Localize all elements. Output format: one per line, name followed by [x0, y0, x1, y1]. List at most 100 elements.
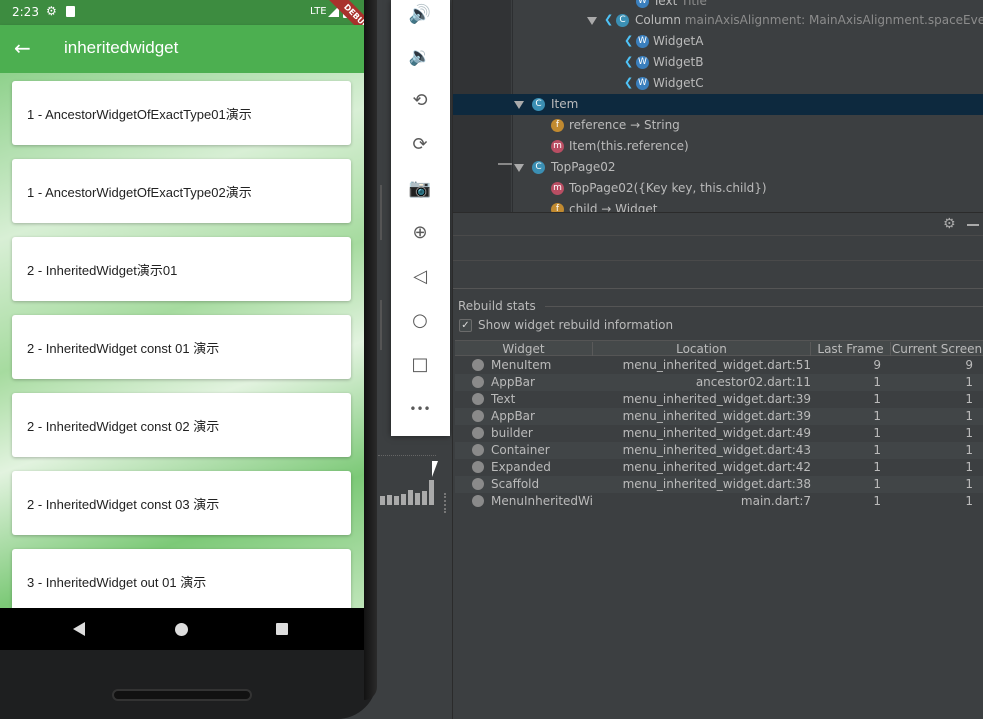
tree-row-label: Item	[551, 97, 579, 111]
tree-row-label: Text Title	[653, 0, 707, 8]
cell-location[interactable]: menu_inherited_widget.dart:39	[595, 392, 811, 406]
column-header-current-screen[interactable]: Current Screen	[891, 342, 983, 356]
widget-icon: W	[636, 77, 649, 90]
flutter-icon: ❮	[624, 34, 634, 47]
menu-item[interactable]: 2 - InheritedWidget const 01 演示	[12, 315, 351, 379]
menu-list[interactable]: 1 - AncestorWidgetOfExactType01演示 1 - An…	[0, 73, 364, 608]
rotate-right-icon[interactable]: ⟳	[405, 130, 435, 160]
flutter-icon: ❮	[624, 76, 634, 89]
tree-row[interactable]: C TopPage02	[453, 157, 983, 178]
gear-icon[interactable]: ⚙	[943, 216, 956, 232]
column-header-last-frame[interactable]: Last Frame	[811, 342, 891, 356]
dotted-separator	[378, 455, 436, 456]
menu-item-label: 2 - InheritedWidget演示01	[27, 263, 178, 278]
rebuild-info-label[interactable]: Show widget rebuild information	[478, 318, 673, 332]
cell-location[interactable]: main.dart:7	[595, 494, 811, 508]
method-icon: m	[551, 140, 564, 153]
nav-recents-icon[interactable]	[276, 623, 288, 635]
tree-row[interactable]: f reference → String	[453, 115, 983, 136]
table-row[interactable]: AppBar ancestor02.dart:11 1 1	[455, 374, 983, 391]
expand-toggle-icon[interactable]	[514, 164, 524, 172]
cell-widget: AppBar	[491, 375, 535, 389]
status-dot-icon	[472, 359, 484, 371]
rotate-left-icon[interactable]: ⟲	[405, 86, 435, 116]
cell-widget: Container	[491, 443, 550, 457]
menu-item[interactable]: 1 - AncestorWidgetOfExactType01演示	[12, 81, 351, 145]
expand-toggle-icon[interactable]	[514, 101, 524, 109]
cell-location[interactable]: menu_inherited_widget.dart:49	[595, 426, 811, 440]
cell-location[interactable]: menu_inherited_widget.dart:42	[595, 460, 811, 474]
divider	[453, 260, 983, 261]
column-header-location[interactable]: Location	[593, 342, 811, 356]
table-row[interactable]: MenuItem menu_inherited_widget.dart:51 9…	[455, 357, 983, 374]
nav-back-icon[interactable]	[73, 622, 85, 636]
cell-current-screen: 1	[965, 477, 973, 491]
nav-home-icon[interactable]	[175, 623, 188, 636]
back-icon[interactable]: ◁	[405, 262, 435, 292]
frame-bars	[380, 480, 436, 505]
frame-bar	[408, 490, 413, 505]
phone-speaker	[112, 689, 252, 701]
minimize-icon[interactable]	[967, 224, 979, 226]
emulator-toolbar: 🔊 🔉 ⟲ ⟳ 📷 ⊕ ◁ ○ □ •••	[391, 0, 450, 436]
menu-item[interactable]: 2 - InheritedWidget演示01	[12, 237, 351, 301]
menu-item-label: 2 - InheritedWidget const 03 演示	[27, 497, 220, 512]
tree-row[interactable]: m TopPage02({Key key, this.child})	[453, 178, 983, 199]
frame-bar	[394, 496, 399, 505]
cell-last-frame: 9	[873, 358, 881, 372]
menu-item[interactable]: 1 - AncestorWidgetOfExactType02演示	[12, 159, 351, 223]
rebuild-info-checkbox[interactable]: ✓	[459, 319, 472, 332]
rebuild-stats-title: Rebuild stats	[458, 299, 536, 313]
cell-widget: Text	[491, 392, 516, 406]
tree-row[interactable]: ❮ W WidgetA	[453, 31, 983, 52]
cell-location[interactable]: menu_inherited_widget.dart:38	[595, 477, 811, 491]
tree-row-label: child → Widget	[569, 202, 658, 212]
cell-location[interactable]: menu_inherited_widget.dart:43	[595, 443, 811, 457]
widget-tree[interactable]: W Text Title ❮ C Column mainAxisAlignmen…	[453, 0, 983, 212]
cell-current-screen: 1	[965, 375, 973, 389]
tree-row[interactable]: f child → Widget	[453, 199, 983, 212]
column-header-widget[interactable]: Widget	[455, 342, 593, 356]
zoom-icon[interactable]: ⊕	[405, 218, 435, 248]
drag-handle[interactable]	[444, 493, 448, 513]
cell-widget: builder	[491, 426, 533, 440]
table-row[interactable]: MenuInheritedWidget main.dart:7 1 1	[455, 493, 983, 510]
menu-item[interactable]: 3 - InheritedWidget out 01 演示	[12, 549, 351, 608]
menu-item[interactable]: 2 - InheritedWidget const 02 演示	[12, 393, 351, 457]
camera-icon[interactable]: 📷	[405, 174, 435, 204]
cell-location[interactable]: menu_inherited_widget.dart:39	[595, 409, 811, 423]
tree-row-selected[interactable]: C Item	[453, 94, 983, 115]
expand-toggle-icon[interactable]	[587, 17, 597, 25]
overview-icon[interactable]: □	[405, 350, 435, 380]
table-row[interactable]: AppBar menu_inherited_widget.dart:39 1 1	[455, 408, 983, 425]
cell-location[interactable]: ancestor02.dart:11	[595, 375, 811, 389]
cell-location[interactable]: menu_inherited_widget.dart:51	[595, 358, 811, 372]
table-row[interactable]: Text menu_inherited_widget.dart:39 1 1	[455, 391, 983, 408]
cell-current-screen: 1	[965, 494, 973, 508]
frame-bar	[387, 495, 392, 505]
home-icon[interactable]: ○	[405, 306, 435, 336]
tree-row-label: WidgetB	[653, 55, 704, 69]
status-dot-icon	[472, 461, 484, 473]
table-row[interactable]: Expanded menu_inherited_widget.dart:42 1…	[455, 459, 983, 476]
tree-row[interactable]: ❮ W WidgetC	[453, 73, 983, 94]
frame-bar	[422, 491, 427, 505]
menu-item[interactable]: 2 - InheritedWidget const 03 演示	[12, 471, 351, 535]
class-icon: C	[532, 98, 545, 111]
widget-icon: W	[636, 0, 649, 8]
table-row[interactable]: Container menu_inherited_widget.dart:43 …	[455, 442, 983, 459]
mouse-cursor-icon	[432, 461, 438, 477]
volume-down-icon[interactable]: 🔉	[405, 42, 435, 72]
status-dot-icon	[472, 444, 484, 456]
status-dot-icon	[472, 393, 484, 405]
volume-up-icon[interactable]: 🔊	[405, 0, 435, 30]
back-arrow-icon[interactable]: ←	[14, 36, 36, 60]
tree-row[interactable]: ❮ C Column mainAxisAlignment: MainAxisAl…	[453, 10, 983, 31]
table-row[interactable]: Scaffold menu_inherited_widget.dart:38 1…	[455, 476, 983, 493]
menu-item-label: 1 - AncestorWidgetOfExactType02演示	[27, 185, 252, 200]
cell-current-screen: 9	[965, 358, 973, 372]
more-icon[interactable]: •••	[405, 394, 435, 424]
table-row[interactable]: builder menu_inherited_widget.dart:49 1 …	[455, 425, 983, 442]
tree-row[interactable]: m Item(this.reference)	[453, 136, 983, 157]
tree-row[interactable]: ❮ W WidgetB	[453, 52, 983, 73]
